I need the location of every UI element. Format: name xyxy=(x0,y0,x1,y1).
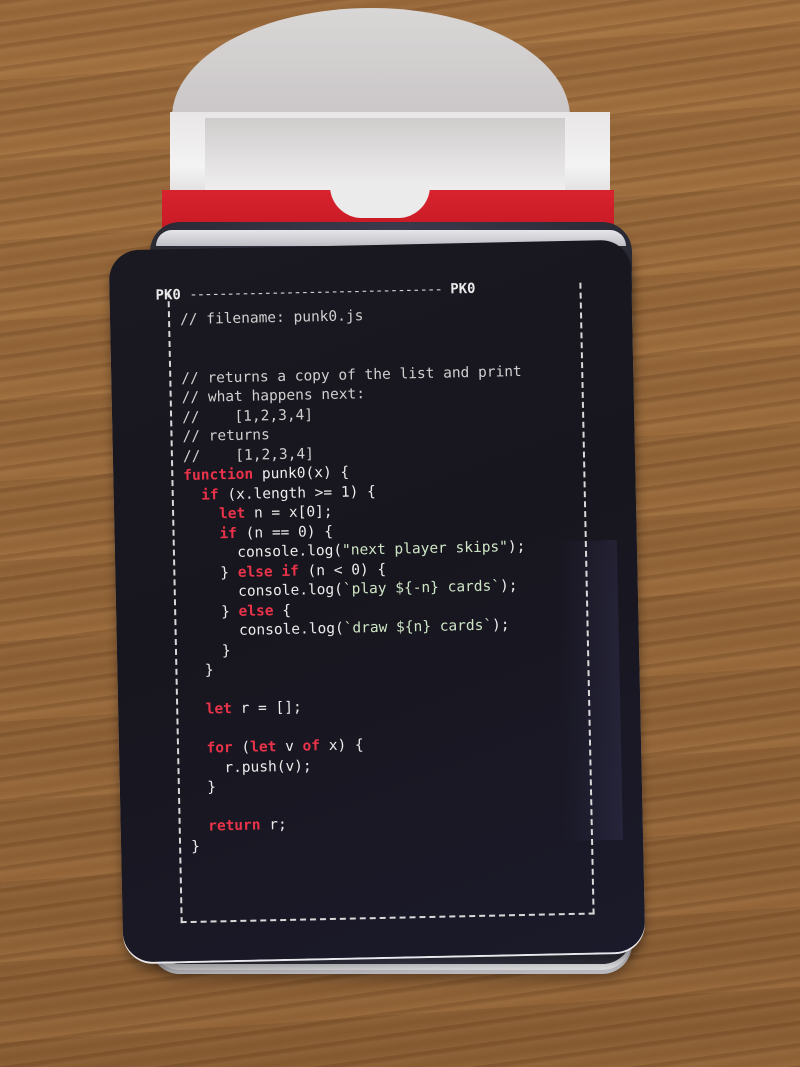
card-box-lid xyxy=(172,8,570,128)
code-text: } xyxy=(220,603,239,620)
code-text: ); xyxy=(507,538,526,556)
code-text: n = x[0]; xyxy=(245,503,333,522)
code-text: } xyxy=(221,642,231,659)
code-text: punk0(x) { xyxy=(253,464,350,483)
code-keyword: function xyxy=(183,466,254,485)
code-string: `draw ${n} cards` xyxy=(343,617,493,637)
code-string: "next player skips" xyxy=(341,539,509,559)
card-box-inner-wall xyxy=(205,118,565,190)
code-keyword: if xyxy=(201,486,219,504)
code-string: `play ${-n} cards` xyxy=(342,578,501,598)
code-text: } xyxy=(207,779,217,796)
code-keyword: of xyxy=(302,738,321,755)
playing-card: PK0 ---------------------------------- P… xyxy=(108,239,646,963)
code-text: { xyxy=(273,602,292,619)
code-comment: // [1,2,3,4] xyxy=(182,445,315,465)
code-text: ( xyxy=(232,739,251,757)
code-comment: // what happens next: xyxy=(181,386,366,407)
code-keyword: for xyxy=(206,740,233,757)
code-text: v xyxy=(276,738,303,756)
code-keyword: if xyxy=(219,525,238,542)
card-code-block: // filename: punk0.js// returns a copy o… xyxy=(180,302,611,857)
code-text: } xyxy=(190,838,200,855)
code-keyword: return xyxy=(207,817,261,835)
code-comment: // [1,2,3,4] xyxy=(181,406,314,426)
code-text: r.push(v); xyxy=(224,757,312,776)
code-text: } xyxy=(204,662,214,679)
code-keyword: else xyxy=(238,602,274,620)
code-text: console.log( xyxy=(238,620,344,639)
code-keyword: else if xyxy=(237,563,300,581)
code-text: console.log( xyxy=(237,542,343,561)
code-text: (n < 0) { xyxy=(298,561,387,580)
code-comment: // returns xyxy=(182,427,270,446)
code-keyword: let xyxy=(250,739,277,756)
photo-scene: PK0 ---------------------------------- P… xyxy=(0,0,800,1067)
code-text: x) { xyxy=(319,737,364,755)
code-text: ); xyxy=(499,578,518,595)
code-text: } xyxy=(220,564,238,581)
card-label-right: PK0 xyxy=(450,280,476,298)
code-text: r = []; xyxy=(231,699,302,718)
code-keyword: let xyxy=(205,701,233,718)
code-text: r; xyxy=(260,816,287,834)
code-text: ); xyxy=(491,617,510,634)
code-comment: // filename: punk0.js xyxy=(179,308,364,329)
code-text: (x.length >= 1) { xyxy=(218,483,376,503)
code-text: (n == 0) { xyxy=(236,523,334,542)
code-keyword: let xyxy=(218,505,246,523)
code-text: console.log( xyxy=(238,581,344,600)
card-label-left: PK0 xyxy=(155,287,182,304)
